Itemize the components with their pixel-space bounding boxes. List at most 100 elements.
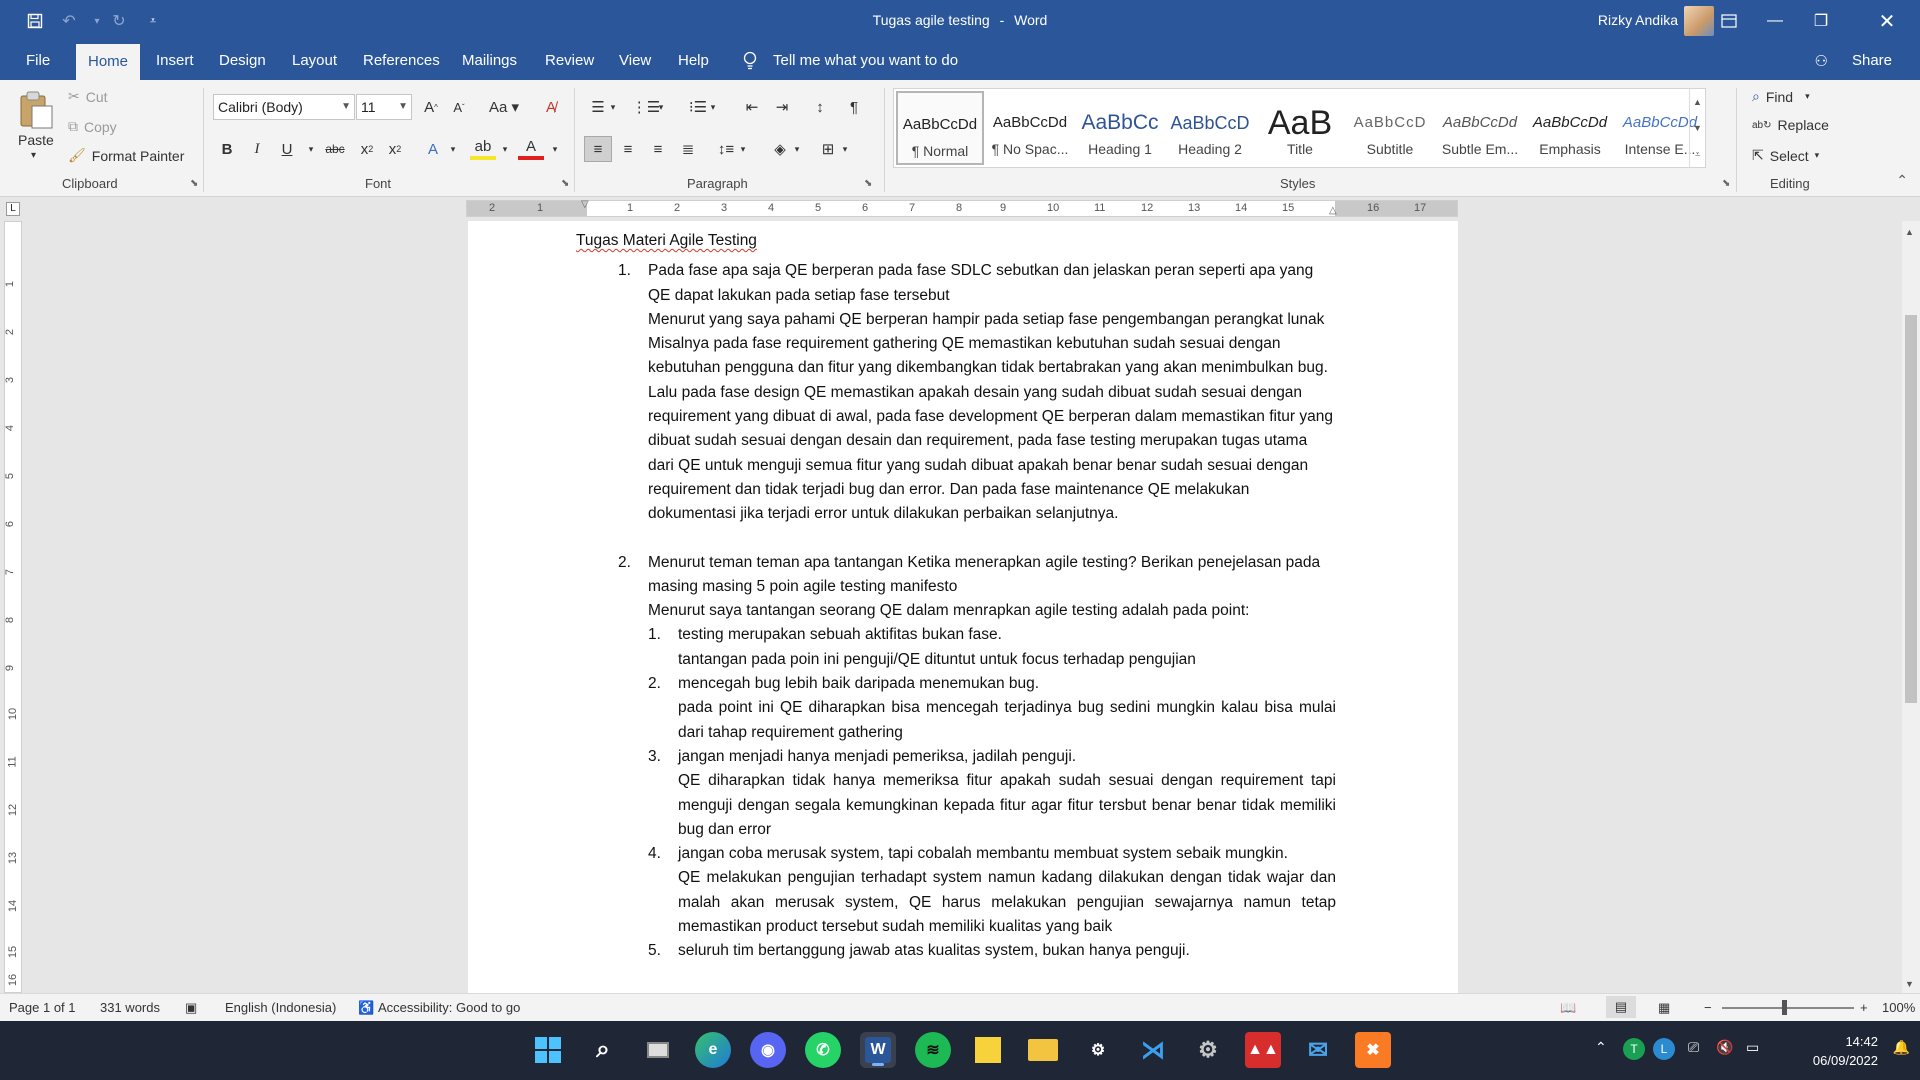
minimize-icon[interactable]: — [1752, 0, 1798, 42]
show-formatting-marks-icon[interactable]: ¶ [840, 94, 868, 120]
tray-app-icon[interactable]: T [1623, 1038, 1645, 1060]
styles-scroll[interactable]: ▲ ▼ ⩡ [1689, 89, 1705, 167]
paste-dropdown-icon[interactable]: ▾ [31, 150, 36, 161]
copy-button[interactable]: ⧉ Copy [68, 118, 117, 135]
font-launcher-icon[interactable]: ⬊ [561, 178, 569, 189]
numbering-dropdown-icon[interactable]: ▾ [654, 94, 668, 120]
clear-formatting-icon[interactable]: A̸ [538, 94, 564, 120]
tray-overflow-icon[interactable]: ⌃ [1595, 1039, 1607, 1056]
ribbon-display-options-icon[interactable] [1706, 0, 1752, 42]
settings-icon[interactable]: ⚙ [1190, 1032, 1226, 1068]
print-layout-icon[interactable]: ▤ [1606, 996, 1636, 1018]
italic-icon[interactable]: I [244, 136, 270, 162]
battery-icon[interactable]: ▭ [1746, 1039, 1759, 1056]
notification-icon[interactable]: 🔔 [1893, 1039, 1910, 1056]
page-count[interactable]: Page 1 of 1 [9, 1000, 76, 1015]
tab-home[interactable]: Home [76, 44, 141, 80]
web-layout-icon[interactable]: ▦ [1658, 1000, 1670, 1016]
steam-icon[interactable]: ⚙ [1080, 1032, 1116, 1068]
discord-icon[interactable]: ◉ [750, 1032, 786, 1068]
replace-button[interactable]: ab↻ Replace [1752, 117, 1829, 133]
search-icon[interactable]: ⌕ [585, 1032, 621, 1068]
whatsapp-icon[interactable]: ✆ [805, 1032, 841, 1068]
tab-insert[interactable]: Insert [154, 42, 196, 80]
right-indent-marker[interactable]: △ [1329, 205, 1337, 216]
restore-icon[interactable]: ❐ [1798, 0, 1844, 42]
tab-references[interactable]: References [361, 42, 442, 80]
style-heading-2[interactable]: AaBbCcD Heading 2 [1166, 91, 1254, 165]
tray-app-icon[interactable]: L [1653, 1038, 1675, 1060]
align-right-icon[interactable]: ≡ [644, 136, 672, 162]
style-subtitle[interactable]: AaBbCcD Subtitle [1346, 91, 1434, 165]
proofing-icon[interactable]: ▣ [185, 1000, 197, 1016]
spotify-icon[interactable]: ≋ [915, 1032, 951, 1068]
justify-icon[interactable]: ≣ [674, 136, 702, 162]
sort-icon[interactable]: ↕ [806, 94, 834, 120]
tab-review[interactable]: Review [543, 42, 596, 80]
style-heading-1[interactable]: AaBbCc Heading 1 [1076, 91, 1164, 165]
network-icon[interactable]: ⎚ [1688, 1039, 1699, 1056]
tab-file[interactable]: File [24, 42, 52, 80]
cut-button[interactable]: ✂ Cut [68, 88, 108, 105]
close-icon[interactable]: ✕ [1864, 0, 1910, 42]
line-spacing-dropdown-icon[interactable]: ▾ [736, 136, 750, 162]
vscode-icon[interactable]: ⋊ [1135, 1032, 1171, 1068]
scroll-thumb[interactable] [1905, 315, 1917, 703]
zoom-slider[interactable] [1722, 1007, 1854, 1009]
tab-selector[interactable]: L [6, 202, 20, 216]
clipboard-launcher-icon[interactable]: ⬊ [190, 178, 198, 189]
collapse-ribbon-icon[interactable]: ⌃ [1896, 172, 1908, 189]
font-name-select[interactable]: Calibri (Body) ▼ [213, 94, 355, 120]
grow-font-icon[interactable]: A ^ [418, 94, 444, 120]
mendeley-icon[interactable]: ▲▲ [1245, 1032, 1281, 1068]
align-left-icon[interactable]: ≡ [584, 136, 612, 162]
task-view-icon[interactable] [640, 1032, 676, 1068]
read-mode-icon[interactable]: 📖 [1560, 1000, 1576, 1016]
first-line-indent-marker[interactable]: ▽ [581, 199, 589, 210]
underline-dropdown-icon[interactable]: ▾ [298, 136, 324, 162]
zoom-slider-thumb[interactable] [1782, 1000, 1787, 1015]
accessibility-status[interactable]: Accessibility: Good to go [378, 1000, 520, 1015]
clock[interactable]: 14:42 06/09/2022 [1813, 1032, 1878, 1070]
text-effects-dropdown-icon[interactable]: ▾ [440, 136, 466, 162]
sticky-notes-icon[interactable] [970, 1032, 1006, 1068]
shrink-font-icon[interactable]: Aˇ [446, 94, 472, 120]
paste-button[interactable]: Paste [18, 132, 54, 148]
zoom-out-icon[interactable]: − [1704, 1000, 1712, 1015]
borders-dropdown-icon[interactable]: ▾ [838, 136, 852, 162]
multilevel-dropdown-icon[interactable]: ▾ [706, 94, 720, 120]
file-explorer-icon[interactable] [1025, 1032, 1061, 1068]
find-button[interactable]: ⌕ Find ▾ [1752, 88, 1810, 105]
font-color-icon[interactable]: A [518, 136, 544, 160]
word-count[interactable]: 331 words [100, 1000, 160, 1015]
zoom-level[interactable]: 100% [1882, 1000, 1915, 1015]
shading-dropdown-icon[interactable]: ▾ [790, 136, 804, 162]
tab-layout[interactable]: Layout [290, 42, 339, 80]
bold-icon[interactable]: B [214, 136, 240, 162]
paragraph-launcher-icon[interactable]: ⬊ [864, 178, 872, 189]
style-no-spacing[interactable]: AaBbCcDd ¶ No Spac... [986, 91, 1074, 165]
zoom-in-icon[interactable]: + [1860, 1000, 1868, 1015]
tab-help[interactable]: Help [676, 42, 711, 80]
paste-icon[interactable] [18, 90, 54, 133]
tab-design[interactable]: Design [217, 42, 268, 80]
tab-view[interactable]: View [617, 42, 653, 80]
change-case-icon[interactable]: Aa ▾ [484, 94, 524, 120]
highlight-dropdown-icon[interactable]: ▾ [492, 136, 518, 162]
decrease-indent-icon[interactable]: ⇤ [738, 94, 766, 120]
font-color-dropdown-icon[interactable]: ▾ [542, 136, 568, 162]
styles-launcher-icon[interactable]: ⬊ [1722, 178, 1730, 189]
bullets-dropdown-icon[interactable]: ▾ [606, 94, 620, 120]
style-subtle-emphasis[interactable]: AaBbCcDd Subtle Em... [1436, 91, 1524, 165]
document-page[interactable]: Tugas Materi Agile Testing 1. Pada fase … [468, 221, 1458, 993]
start-icon[interactable] [530, 1032, 566, 1068]
volume-icon[interactable]: 🔇 [1716, 1039, 1733, 1056]
share-button[interactable]: Share [1852, 42, 1892, 80]
format-painter-button[interactable]: 🖌 Format Painter [68, 147, 184, 164]
word-icon[interactable]: W [860, 1032, 896, 1068]
edge-icon[interactable]: e [695, 1032, 731, 1068]
document-body[interactable]: Tugas Materi Agile Testing 1. Pada fase … [576, 229, 1336, 964]
subscript-icon[interactable]: x2 [354, 136, 380, 162]
superscript-icon[interactable]: x2 [382, 136, 408, 162]
style-emphasis[interactable]: AaBbCcDd Emphasis [1526, 91, 1614, 165]
